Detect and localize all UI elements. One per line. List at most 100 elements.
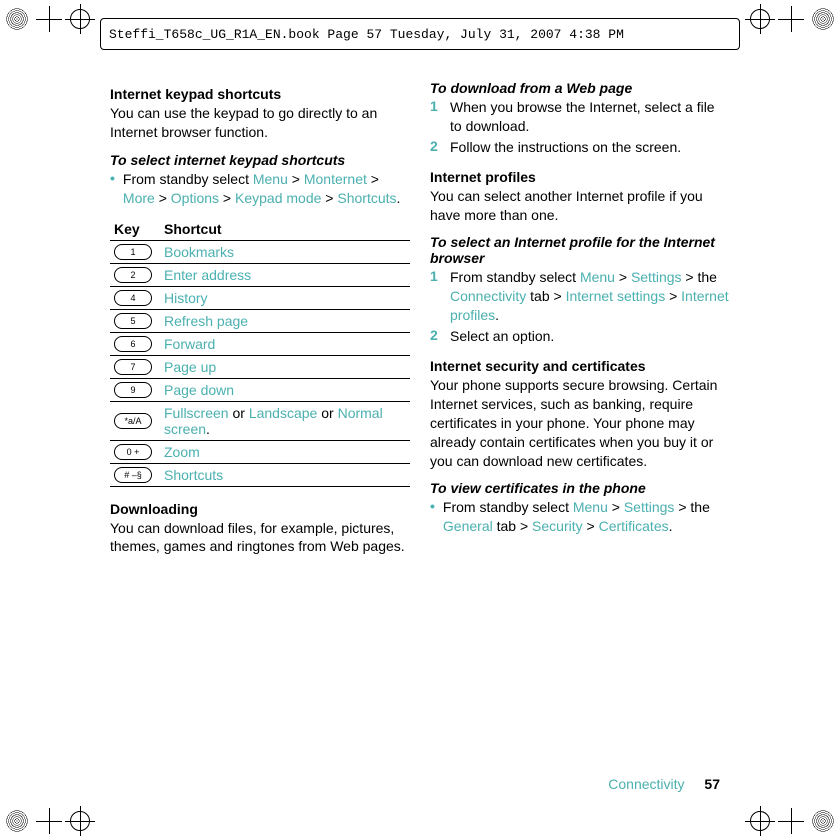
step-1: 1 When you browse the Internet, select a… <box>430 98 730 136</box>
step-b2: 2 Select an option. <box>430 327 730 346</box>
key-icon: *a/A <box>114 413 152 429</box>
heading-internet-profiles: Internet profiles <box>430 169 730 185</box>
registration-target-icon <box>6 8 28 30</box>
footer-section: Connectivity <box>608 776 684 792</box>
right-column: To download from a Web page 1 When you b… <box>430 80 730 760</box>
para-security-certs: Your phone supports secure browsing. Cer… <box>430 376 730 470</box>
bullet-dot-icon: • <box>110 170 115 186</box>
table-row: 5 Refresh page <box>110 310 410 333</box>
framemaker-header: Steffi_T658c_UG_R1A_EN.book Page 57 Tues… <box>100 18 740 50</box>
cross-icon <box>778 808 804 834</box>
gt: > <box>288 171 304 187</box>
bullet-standby-select: • From standby select Menu > Monternet >… <box>110 170 410 208</box>
registration-target-icon <box>6 810 28 832</box>
text-prefix: From standby select <box>450 269 580 285</box>
link-internet-settings: Internet settings <box>566 288 666 304</box>
text-end: . <box>206 421 210 437</box>
gt: > <box>367 171 379 187</box>
step-1-text: When you browse the Internet, select a f… <box>450 98 730 136</box>
table-header: Key Shortcut <box>110 218 410 241</box>
gt: > <box>583 518 599 534</box>
registration-circle-icon <box>70 811 90 831</box>
bullet-view-certs: • From standby select Menu > Settings > … <box>430 498 730 536</box>
gt: > <box>608 499 624 515</box>
key-icon: 0 + <box>114 444 152 460</box>
bullet-standby-select-text: From standby select Menu > Monternet > M… <box>123 170 410 208</box>
link-menu: Menu <box>580 269 615 285</box>
link-keypad-mode: Keypad mode <box>235 190 321 206</box>
text-or: or <box>229 405 249 421</box>
table-row: # –§ Shortcuts <box>110 464 410 487</box>
bullet-dot-icon: • <box>430 498 435 514</box>
step-number: 1 <box>430 268 442 284</box>
registration-circle-icon <box>70 9 90 29</box>
gt: > <box>321 190 337 206</box>
shortcut-label: Shortcuts <box>164 467 410 483</box>
link-options: Options <box>171 190 219 206</box>
link-menu: Menu <box>253 171 288 187</box>
col-header-key: Key <box>110 221 152 237</box>
cross-icon <box>36 6 62 32</box>
text-end: . <box>397 190 401 206</box>
crop-mark-top-right <box>750 6 834 32</box>
framemaker-header-text: Steffi_T658c_UG_R1A_EN.book Page 57 Tues… <box>109 27 624 42</box>
col-header-shortcut: Shortcut <box>164 221 410 237</box>
shortcut-label: Zoom <box>164 444 410 460</box>
step-number: 2 <box>430 138 442 154</box>
text-end: . <box>495 307 499 323</box>
heading-internet-keypad-shortcuts: Internet keypad shortcuts <box>110 86 410 102</box>
shortcut-table: Key Shortcut 1 Bookmarks 2 Enter address… <box>110 218 410 487</box>
table-row: 4 History <box>110 287 410 310</box>
shortcut-label: History <box>164 290 410 306</box>
para-downloading: You can download files, for example, pic… <box>110 519 410 557</box>
cross-icon <box>778 6 804 32</box>
key-icon: 4 <box>114 290 152 306</box>
step-b1: 1 From standby select Menu > Settings > … <box>430 268 730 325</box>
heading-downloading: Downloading <box>110 501 410 517</box>
gt: > <box>219 190 235 206</box>
registration-circle-icon <box>750 811 770 831</box>
step-number: 1 <box>430 98 442 114</box>
subheading-select-profile: To select an Internet profile for the In… <box>430 234 730 266</box>
text-end: . <box>669 518 673 534</box>
text-prefix: From standby select <box>123 171 253 187</box>
text-or: or <box>317 405 337 421</box>
key-icon: 2 <box>114 267 152 283</box>
page-body: Internet keypad shortcuts You can use th… <box>110 80 730 760</box>
table-row: 9 Page down <box>110 379 410 402</box>
crop-mark-top-left <box>6 6 90 32</box>
crop-mark-bottom-right <box>750 808 834 834</box>
para-internet-profiles: You can select another Internet profile … <box>430 187 730 225</box>
key-icon: 6 <box>114 336 152 352</box>
registration-target-icon <box>812 8 834 30</box>
cross-icon <box>36 808 62 834</box>
table-row: 6 Forward <box>110 333 410 356</box>
key-icon: 9 <box>114 382 152 398</box>
heading-security-certs: Internet security and certificates <box>430 358 730 374</box>
key-icon: # –§ <box>114 467 152 483</box>
subheading-select-shortcuts: To select internet keypad shortcuts <box>110 152 410 168</box>
link-certificates: Certificates <box>599 518 669 534</box>
step-number: 2 <box>430 327 442 343</box>
link-more: More <box>123 190 155 206</box>
step-2-text: Follow the instructions on the screen. <box>450 138 681 157</box>
table-row: 7 Page up <box>110 356 410 379</box>
text-prefix: From standby select <box>443 499 573 515</box>
gt: tab > <box>526 288 565 304</box>
gt: tab > <box>493 518 532 534</box>
left-column: Internet keypad shortcuts You can use th… <box>110 80 410 760</box>
link-security: Security <box>532 518 583 534</box>
link-settings: Settings <box>631 269 682 285</box>
shortcut-label: Fullscreen or Landscape or Normal screen… <box>164 405 410 437</box>
page-footer: Connectivity 57 <box>608 776 720 792</box>
link-general: General <box>443 518 493 534</box>
shortcut-label: Bookmarks <box>164 244 410 260</box>
gt: > the <box>674 499 709 515</box>
crop-mark-bottom-left <box>6 808 90 834</box>
para-use-keypad: You can use the keypad to go directly to… <box>110 104 410 142</box>
gt: > the <box>682 269 717 285</box>
key-icon: 7 <box>114 359 152 375</box>
subheading-view-certificates: To view certificates in the phone <box>430 480 730 496</box>
bullet-view-certs-text: From standby select Menu > Settings > th… <box>443 498 730 536</box>
gt: > <box>665 288 681 304</box>
